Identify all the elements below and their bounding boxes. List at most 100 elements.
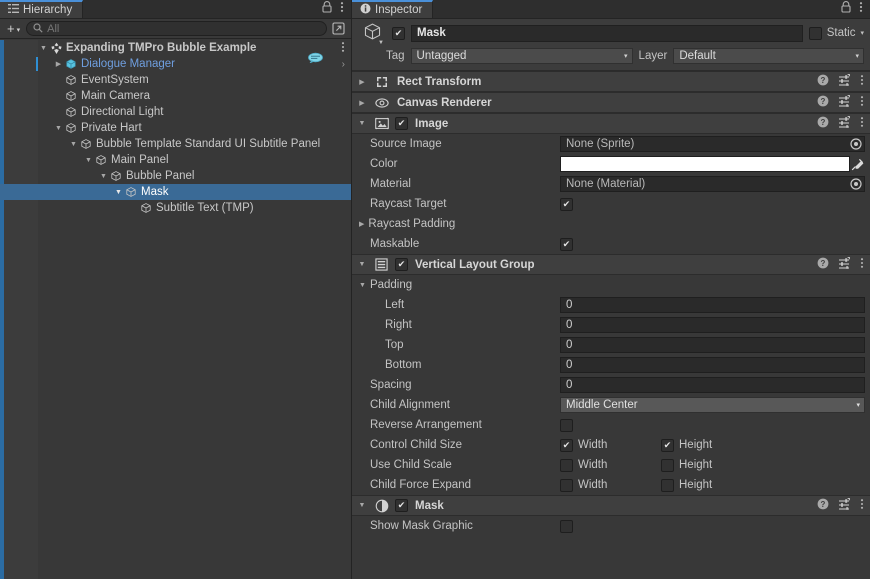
preset-icon[interactable]: [838, 115, 851, 131]
chevron-right-icon[interactable]: ›: [342, 59, 345, 70]
twisty-expanded-icon[interactable]: ▼: [98, 173, 109, 180]
checkbox-maskable[interactable]: [560, 237, 573, 251]
twisty-expanded-icon[interactable]: ▼: [356, 261, 368, 268]
kebab-menu-icon[interactable]: [859, 1, 863, 17]
tab-inspector[interactable]: Inspector: [352, 0, 434, 18]
hierarchy-item-directional-light[interactable]: Directional Light: [0, 104, 351, 120]
gameobject-name-field[interactable]: Mask: [411, 24, 803, 42]
component-header-rect-transform[interactable]: ▶ Rect Transform?: [352, 71, 870, 92]
number-field-right[interactable]: 0: [560, 317, 865, 333]
kebab-menu-icon[interactable]: [860, 498, 864, 513]
checkbox-use-child-scale-width[interactable]: [560, 458, 573, 472]
twisty-expanded-icon[interactable]: ▼: [356, 120, 368, 127]
twisty-expanded-icon[interactable]: ▼: [356, 502, 368, 509]
chevron-down-icon[interactable]: ▼: [378, 40, 384, 46]
svg-text:?: ?: [821, 76, 826, 85]
checkbox-control-child-size-height[interactable]: [661, 438, 674, 452]
twisty-collapsed-icon[interactable]: ▶: [53, 60, 64, 68]
kebab-menu-icon[interactable]: [860, 116, 864, 131]
static-checkbox[interactable]: [808, 26, 822, 40]
twisty-collapsed-icon[interactable]: ▶: [356, 99, 368, 107]
number-field-bottom[interactable]: 0: [560, 357, 865, 373]
checkbox-child-force-expand-height[interactable]: [661, 478, 674, 492]
hierarchy-item-bubble-template-standard-ui-subtitle-panel[interactable]: ▼ Bubble Template Standard UI Subtitle Pa…: [0, 136, 351, 152]
help-icon[interactable]: ?: [817, 257, 829, 272]
gameobject-enabled-checkbox[interactable]: [392, 26, 405, 40]
color-swatch[interactable]: [560, 156, 850, 172]
preset-icon[interactable]: [838, 94, 851, 110]
chevron-down-icon[interactable]: ▾: [860, 29, 864, 37]
component-header-vertical-layout-group[interactable]: ▼ Vertical Layout Group?: [352, 254, 870, 275]
checkbox-show-mask-graphic[interactable]: [560, 519, 573, 533]
property-label-show-mask-graphic: Show Mask Graphic: [370, 520, 473, 532]
create-gameobject-button[interactable]: + ▾: [4, 20, 23, 37]
twisty-expanded-icon[interactable]: ▼: [53, 125, 64, 132]
preset-icon[interactable]: [838, 73, 851, 89]
preset-icon[interactable]: [838, 256, 851, 272]
property-label-padding[interactable]: ▼ Padding: [352, 279, 560, 291]
hierarchy-item-private-hart[interactable]: ▼ Private Hart: [0, 120, 351, 136]
dropdown-child-alignment[interactable]: Middle Center ▾: [560, 397, 865, 413]
twisty-expanded-icon[interactable]: ▼: [38, 45, 49, 52]
search-input[interactable]: All: [26, 21, 327, 36]
checkbox-child-force-expand-width[interactable]: [560, 478, 573, 492]
hierarchy-item-label: Dialogue Manager: [81, 58, 175, 70]
object-field-source-image[interactable]: None (Sprite): [560, 136, 865, 152]
lock-icon[interactable]: [841, 1, 851, 17]
twisty-expanded-icon[interactable]: ▼: [68, 141, 79, 148]
number-field-left[interactable]: 0: [560, 297, 865, 313]
component-header-mask[interactable]: ▼ Mask?: [352, 495, 870, 516]
hierarchy-item-bubble-panel[interactable]: ▼ Bubble Panel: [0, 168, 351, 184]
property-field-raycast-target: [560, 197, 865, 211]
number-field-top[interactable]: 0: [560, 337, 865, 353]
checkbox-raycast-target[interactable]: [560, 197, 573, 211]
gameobject-icon: [64, 74, 78, 86]
property-label-raycast-padding[interactable]: ▶ Raycast Padding: [352, 218, 560, 230]
tab-hierarchy[interactable]: Hierarchy: [0, 0, 84, 18]
preset-icon[interactable]: [838, 497, 851, 513]
property-field-reverse-arrangement: [560, 418, 865, 432]
checkbox-reverse-arrangement[interactable]: [560, 418, 573, 432]
hierarchy-item-dialogue-manager[interactable]: ▶ Dialogue Manager ›: [0, 52, 351, 72]
component-enabled-checkbox[interactable]: [395, 117, 408, 130]
kebab-menu-icon[interactable]: [860, 257, 864, 272]
kebab-menu-icon[interactable]: [860, 95, 864, 110]
layer-dropdown[interactable]: Default ▾: [673, 47, 864, 64]
twisty-collapsed-icon[interactable]: ▶: [359, 220, 364, 228]
help-icon[interactable]: ?: [817, 116, 829, 131]
help-icon[interactable]: ?: [817, 74, 829, 89]
hierarchy-item-expanding-tmpro-bubble-example[interactable]: ▼ Expanding TMPro Bubble Example: [0, 40, 351, 56]
chevron-down-icon: ▾: [624, 52, 628, 60]
twisty-expanded-icon[interactable]: ▼: [113, 189, 124, 196]
select-dot-icon[interactable]: [849, 178, 862, 191]
help-icon[interactable]: ?: [817, 498, 829, 513]
kebab-menu-icon[interactable]: [341, 41, 345, 56]
help-icon[interactable]: ?: [817, 95, 829, 110]
twisty-expanded-icon[interactable]: ▼: [83, 157, 94, 164]
open-in-window-icon[interactable]: [330, 21, 347, 36]
component-enabled-checkbox[interactable]: [395, 258, 408, 271]
kebab-menu-icon[interactable]: [340, 1, 344, 17]
hierarchy-item-subtitle-text-tmp[interactable]: Subtitle Text (TMP): [0, 200, 351, 216]
hierarchy-item-eventsystem[interactable]: EventSystem: [0, 72, 351, 88]
tab-hierarchy-label: Hierarchy: [23, 4, 73, 16]
select-dot-icon[interactable]: [849, 138, 862, 151]
checkbox-use-child-scale-height[interactable]: [661, 458, 674, 472]
tag-dropdown[interactable]: Untagged ▾: [410, 47, 633, 64]
checkbox-control-child-size-width[interactable]: [560, 438, 573, 452]
component-header-canvas-renderer[interactable]: ▶ Canvas Renderer?: [352, 92, 870, 113]
hierarchy-item-main-panel[interactable]: ▼ Main Panel: [0, 152, 351, 168]
twisty-collapsed-icon[interactable]: ▶: [356, 78, 368, 86]
hierarchy-item-mask[interactable]: ▼ Mask: [0, 184, 351, 200]
number-field-spacing[interactable]: 0: [560, 377, 865, 393]
twisty-expanded-icon[interactable]: ▼: [359, 282, 366, 289]
component-enabled-checkbox[interactable]: [395, 499, 408, 512]
color-field[interactable]: [560, 156, 865, 172]
hierarchy-item-main-camera[interactable]: Main Camera: [0, 88, 351, 104]
component-header-image[interactable]: ▼ Image?: [352, 113, 870, 134]
lock-icon[interactable]: [322, 1, 332, 17]
eyedropper-icon[interactable]: [850, 156, 865, 172]
object-field-material[interactable]: None (Material): [560, 176, 865, 192]
kebab-menu-icon[interactable]: [860, 74, 864, 89]
checkbox-group-width: Width: [560, 458, 661, 472]
